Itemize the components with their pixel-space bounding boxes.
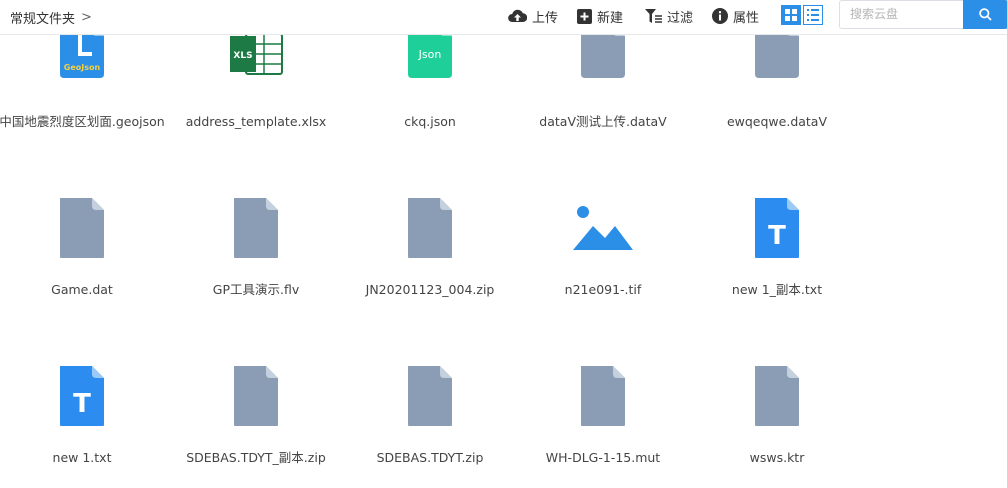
grid-view-button[interactable]: [781, 5, 801, 25]
xls-icon: XLS: [230, 33, 283, 75]
list-view-button[interactable]: [803, 5, 823, 25]
search-icon: [979, 8, 992, 21]
xls-icon-label: XLS: [233, 51, 252, 61]
generic-file-icon: [408, 198, 452, 258]
file-name: Game.dat: [51, 282, 113, 297]
generic-file-icon: [234, 198, 278, 258]
search-button[interactable]: [963, 0, 1007, 29]
new-label: 新建: [597, 10, 624, 26]
search-box: [839, 0, 1007, 29]
new-button[interactable]: 新建: [577, 6, 623, 26]
geojson-icon-label: GeoJson: [64, 63, 101, 72]
generic-file-icon: [581, 366, 625, 426]
file-name: JN20201123_004.zip: [365, 282, 495, 297]
file-name: ckq.json: [404, 114, 456, 129]
json-icon-label: Json: [418, 48, 442, 61]
search-input[interactable]: [840, 1, 970, 27]
breadcrumb[interactable]: 常规文件夹 >: [10, 8, 92, 27]
filter-button[interactable]: 过滤: [645, 6, 693, 26]
file-name: dataV测试上传.dataV: [539, 114, 667, 129]
file-name: n21e091-.tif: [564, 282, 642, 297]
file-name: new 1.txt: [52, 450, 112, 465]
toolbar: 常规文件夹 > 上传 新建 过滤 属性: [0, 0, 1007, 35]
file-name: ewqeqwe.dataV: [726, 114, 828, 129]
chevron-right-icon: >: [81, 10, 92, 25]
info-icon: [712, 8, 728, 24]
file-name: SDEBAS.TDYT.zip: [376, 450, 484, 465]
file-name: new 1_副本.txt: [731, 282, 823, 297]
generic-file-icon: [755, 366, 799, 426]
file-name: WH-DLG-1-15.mut: [545, 450, 661, 465]
file-grid: GeoJson 中国地震烈度区划面.geojson XLS address_te…: [0, 0, 1007, 488]
generic-file-icon: [60, 198, 104, 258]
generic-file-icon: [234, 366, 278, 426]
file-name: address_template.xlsx: [185, 114, 327, 129]
text-icon-label: T: [73, 389, 91, 419]
file-name: GP工具演示.flv: [212, 282, 300, 297]
breadcrumb-folder[interactable]: 常规文件夹: [10, 8, 75, 27]
generic-file-icon: [408, 366, 452, 426]
grid-view-icon: [785, 9, 797, 21]
text-icon-label: T: [768, 221, 786, 251]
properties-button[interactable]: 属性: [712, 6, 759, 26]
file-name: wsws.ktr: [749, 450, 805, 465]
filter-label: 过滤: [667, 10, 694, 26]
list-view-icon: [807, 9, 819, 21]
properties-label: 属性: [733, 10, 760, 26]
plus-square-icon: [577, 8, 592, 24]
text-file-icon: T: [60, 366, 104, 426]
file-name: SDEBAS.TDYT_副本.zip: [186, 450, 326, 465]
filter-icon: [645, 8, 662, 23]
text-file-icon: T: [755, 198, 799, 258]
file-name: 中国地震烈度区划面.geojson: [0, 114, 165, 129]
image-icon: [573, 206, 633, 250]
cloud-upload-icon: [508, 9, 527, 22]
upload-button[interactable]: 上传: [508, 6, 558, 26]
upload-label: 上传: [532, 10, 559, 26]
view-toggle: [781, 5, 823, 25]
